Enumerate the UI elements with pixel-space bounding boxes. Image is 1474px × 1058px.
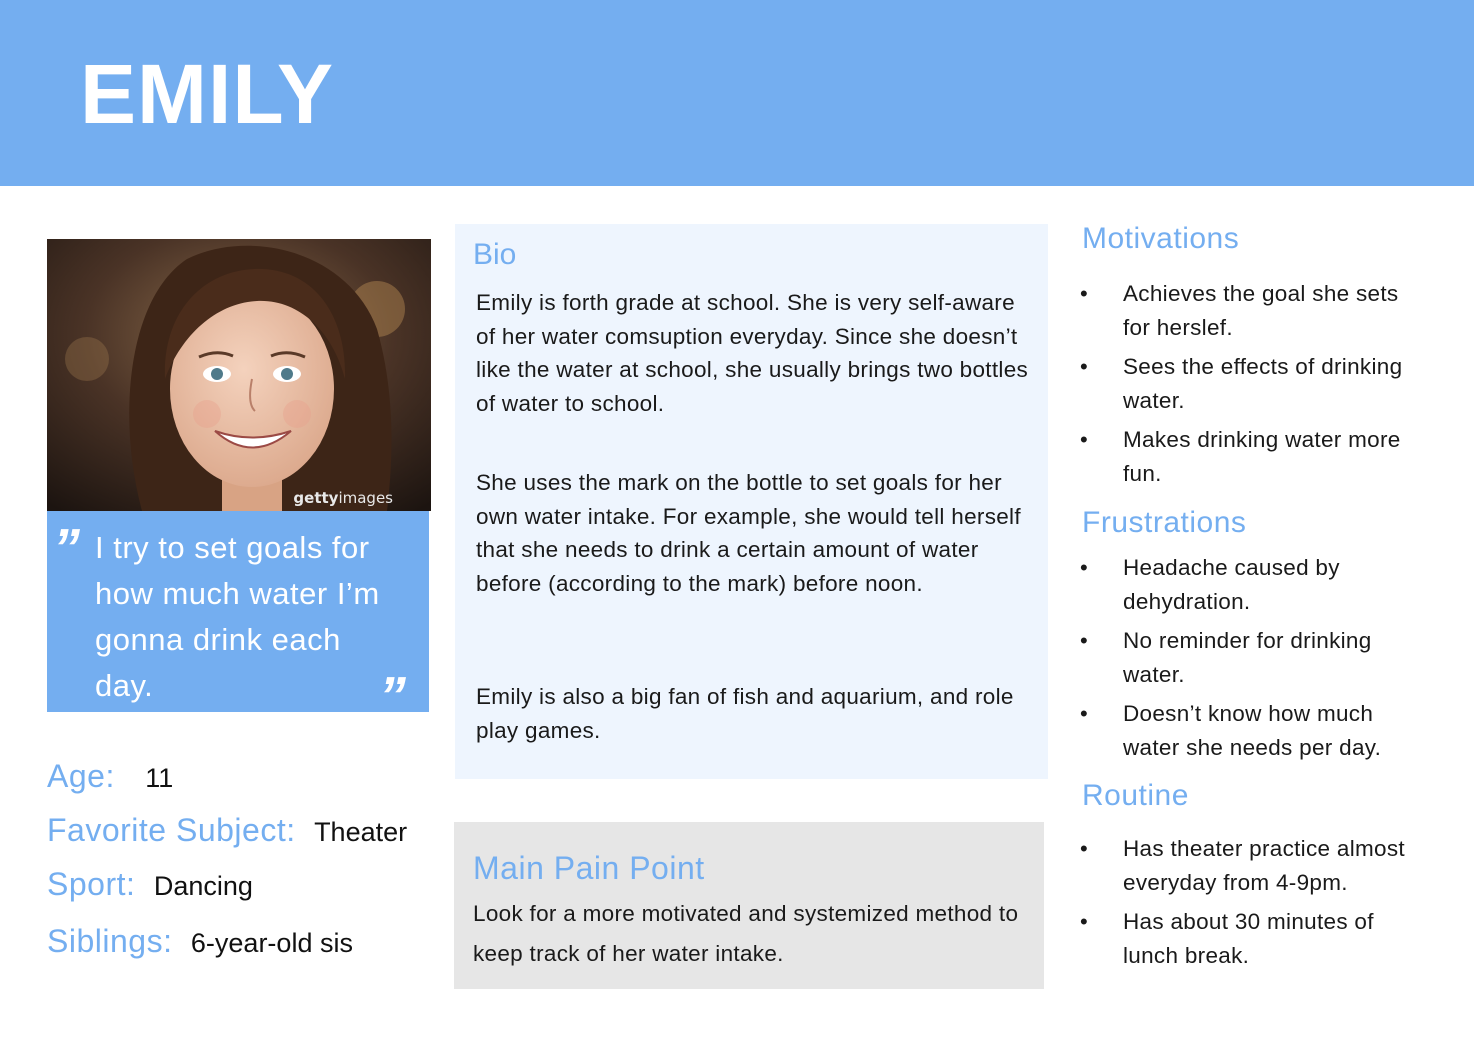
persona-photo: gettyimages <box>47 239 431 511</box>
bullet-icon: • <box>1080 354 1089 379</box>
siblings-value: 6-year-old sis <box>190 928 353 958</box>
bullet-icon: • <box>1080 427 1089 452</box>
subject-label: Favorite Subject: <box>47 812 296 848</box>
detail-age: Age: 11 <box>47 758 173 795</box>
motivations-title: Motivations <box>1082 222 1240 255</box>
sport-value: Dancing <box>153 871 253 901</box>
persona-name: EMILY <box>80 47 334 141</box>
list-item: • Makes drinking water more fun. <box>1078 423 1418 490</box>
list-item: • Has theater practice almost everyday fr… <box>1078 832 1418 899</box>
detail-sport: Sport: Dancing <box>47 866 253 903</box>
pain-point-panel: Main Pain Point Look for a more motivate… <box>454 822 1044 989</box>
pain-point-text: Look for a more motivated and systemized… <box>473 901 1019 966</box>
pain-point-title: Main Pain Point <box>473 850 705 886</box>
routine-list: • Has theater practice almost everyday fr… <box>1078 832 1418 978</box>
detail-siblings: Siblings: 6-year-old sis <box>47 923 353 960</box>
bullet-icon: • <box>1080 836 1089 861</box>
bio-panel: Bio Emily is forth grade at school. She … <box>455 224 1048 779</box>
persona-quote: ” I try to set goals for how much water … <box>47 511 429 723</box>
bio-title: Bio <box>473 238 517 271</box>
bullet-icon: • <box>1080 555 1089 580</box>
bio-paragraph: She uses the mark on the bottle to set g… <box>476 470 1021 596</box>
persona-portrait <box>47 239 431 511</box>
age-value: 11 <box>145 763 174 793</box>
routine-title: Routine <box>1082 779 1189 812</box>
list-item: • Achieves the goal she sets for herslef. <box>1078 277 1418 344</box>
bullet-icon: • <box>1080 628 1089 653</box>
detail-favorite-subject: Favorite Subject: Theater <box>47 812 407 849</box>
open-quote-mark: ” <box>53 518 80 578</box>
age-label: Age: <box>47 758 115 794</box>
header-banner: EMILY <box>0 0 1474 186</box>
frustrations-list: • Headache caused by dehydration. • No rem… <box>1078 551 1418 770</box>
sport-label: Sport: <box>47 866 136 902</box>
list-item: • Sees the effects of drinking water. <box>1078 350 1418 417</box>
frustrations-title: Frustrations <box>1082 506 1247 539</box>
close-quote-mark: ” <box>379 666 406 726</box>
list-item: • Headache caused by dehydration. <box>1078 551 1418 618</box>
bullet-icon: • <box>1080 701 1089 726</box>
list-item: • Has about 30 minutes of lunch break. <box>1078 905 1418 972</box>
siblings-label: Siblings: <box>47 923 173 959</box>
photo-watermark: gettyimages <box>293 489 393 507</box>
motivations-list: • Achieves the goal she sets for herslef.… <box>1078 277 1418 496</box>
list-item: • Doesn’t know how much water she needs p… <box>1078 697 1418 764</box>
bullet-icon: • <box>1080 281 1089 306</box>
list-item: • No reminder for drinking water. <box>1078 624 1418 691</box>
bullet-icon: • <box>1080 909 1089 934</box>
quote-text: I try to set goals for how much water I’… <box>95 530 380 703</box>
bio-paragraph: Emily is forth grade at school. She is v… <box>476 290 1029 416</box>
bio-paragraph: Emily is also a big fan of fish and aqua… <box>476 684 1014 743</box>
subject-value: Theater <box>314 817 408 847</box>
